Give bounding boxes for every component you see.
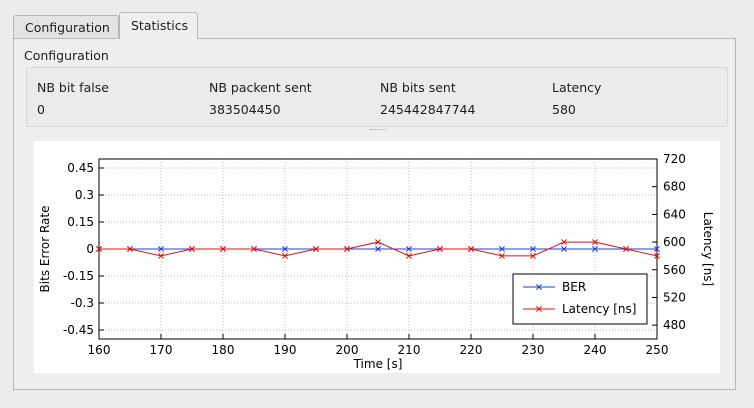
chart-area: 160 170 180 190 200 210 220 230 240 250 -0.45 -0.3… [34,141,720,373]
splitter-handle[interactable] [370,129,386,132]
tab-configuration[interactable]: Configuration [13,15,119,39]
x-tick-label: 190 [274,343,297,357]
x-tick-label: 240 [584,343,607,357]
y2-axis-label: Latency [ns] [701,212,715,286]
y-tick-label: -0.45 [63,323,94,337]
tab-statistics[interactable]: Statistics [119,12,198,39]
x-tick-label: 230 [522,343,545,357]
tab-bar: Configuration Statistics [13,12,713,39]
y-tick-label: 0.15 [67,215,94,229]
statistics-panel: Configuration NB bit false NB packent se… [13,38,736,390]
series-ber [96,246,660,252]
x-tick-label: 160 [88,343,111,357]
statistics-grid: NB bit false NB packent sent NB bits sen… [26,67,728,127]
y-tick-label: 0.45 [67,161,94,175]
group-title: Configuration [24,48,109,63]
ber-latency-chart: 160 170 180 190 200 210 220 230 240 250 -0.45 -0.3… [38,152,715,371]
value-nb-bit-false: 0 [37,102,45,117]
y2-tick-label: 600 [663,235,686,249]
x-tick-label: 210 [398,343,421,357]
x-tick-label: 250 [646,343,669,357]
value-nb-bits-sent: 245442847744 [380,102,476,117]
y-axis-ticks: -0.45 -0.3 -0.15 0 0.15 0.3 0.45 [63,161,104,337]
y2-tick-label: 720 [663,152,686,166]
legend-label: Latency [ns] [562,302,636,316]
value-nb-packet-sent: 383504450 [209,102,281,117]
y2-tick-label: 640 [663,207,686,221]
legend-label: BER [562,280,586,294]
header-nb-bit-false: NB bit false [37,80,109,95]
y-tick-label: -0.15 [63,269,94,283]
y-tick-label: -0.3 [71,296,94,310]
x-axis-ticks: 160 170 180 190 200 210 220 230 240 250 [88,334,669,357]
y-axis-label: Bits Error Rate [38,206,52,293]
y2-tick-label: 680 [663,180,686,194]
x-axis-label: Time [s] [353,357,403,371]
x-tick-label: 220 [460,343,483,357]
series-group [96,239,660,259]
value-latency: 580 [552,102,576,117]
x-tick-label: 200 [336,343,359,357]
y2-tick-label: 520 [663,290,686,304]
y-tick-label: 0 [86,242,94,256]
header-nb-bits-sent: NB bits sent [380,80,456,95]
x-tick-label: 170 [150,343,173,357]
x-tick-label: 180 [212,343,235,357]
legend: BER Latency [ns] [512,273,648,325]
y2-tick-label: 480 [663,318,686,332]
header-latency: Latency [552,80,602,95]
header-nb-packet-sent: NB packent sent [209,80,312,95]
y2-tick-label: 560 [663,263,686,277]
y-tick-label: 0.3 [75,188,94,202]
